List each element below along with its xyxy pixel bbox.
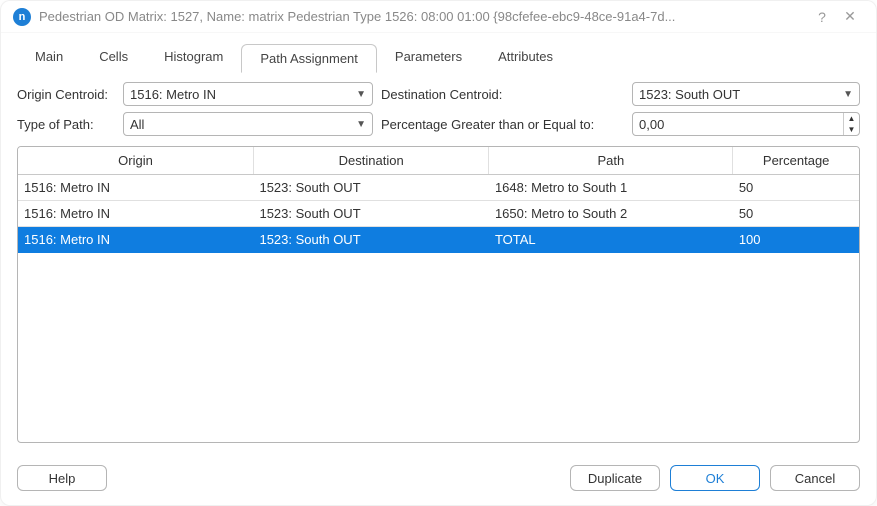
cell-path: 1648: Metro to South 1 — [489, 175, 733, 201]
cell-path: 1650: Metro to South 2 — [489, 201, 733, 227]
content-area: Main Cells Histogram Path Assignment Par… — [1, 33, 876, 455]
cell-destination: 1523: South OUT — [253, 175, 488, 201]
table-row[interactable]: 1516: Metro IN1523: South OUT1648: Metro… — [18, 175, 859, 201]
tab-main[interactable]: Main — [17, 43, 81, 72]
table-header-row: Origin Destination Path Percentage — [18, 147, 859, 175]
cell-percentage: 50 — [733, 175, 859, 201]
cell-origin: 1516: Metro IN — [18, 201, 253, 227]
percentage-threshold-label: Percentage Greater than or Equal to: — [381, 117, 594, 132]
dialog-window: n Pedestrian OD Matrix: 1527, Name: matr… — [0, 0, 877, 506]
col-header-origin[interactable]: Origin — [18, 147, 253, 175]
type-of-path-value: All — [130, 117, 144, 132]
tab-attributes[interactable]: Attributes — [480, 43, 571, 72]
tabbar: Main Cells Histogram Path Assignment Par… — [17, 43, 860, 72]
duplicate-button[interactable]: Duplicate — [570, 465, 660, 491]
cell-destination: 1523: South OUT — [253, 201, 488, 227]
tab-cells[interactable]: Cells — [81, 43, 146, 72]
col-header-destination[interactable]: Destination — [253, 147, 488, 175]
window-title: Pedestrian OD Matrix: 1527, Name: matrix… — [39, 9, 808, 24]
spinner-arrows: ▲ ▼ — [843, 113, 859, 135]
percentage-threshold-value: 0,00 — [633, 117, 843, 132]
chevron-down-icon: ▼ — [356, 119, 366, 130]
close-icon[interactable]: ✕ — [836, 8, 864, 25]
footer: Help Duplicate OK Cancel — [1, 455, 876, 505]
spinner-up-icon[interactable]: ▲ — [844, 113, 859, 124]
chevron-down-icon: ▼ — [843, 89, 853, 100]
cell-percentage: 50 — [733, 201, 859, 227]
cell-origin: 1516: Metro IN — [18, 175, 253, 201]
destination-centroid-combo[interactable]: 1523: South OUT ▼ — [632, 82, 860, 106]
table-empty-area — [18, 253, 859, 442]
tab-parameters[interactable]: Parameters — [377, 43, 480, 72]
help-icon[interactable]: ? — [808, 9, 836, 25]
origin-centroid-label: Origin Centroid: — [17, 87, 115, 102]
destination-centroid-label: Destination Centroid: — [381, 87, 502, 102]
cancel-button[interactable]: Cancel — [770, 465, 860, 491]
tab-histogram[interactable]: Histogram — [146, 43, 241, 72]
filter-panel: Origin Centroid: 1516: Metro IN ▼ Destin… — [17, 82, 860, 142]
app-icon: n — [13, 8, 31, 26]
path-assignment-table-wrap: Origin Destination Path Percentage 1516:… — [17, 146, 860, 443]
col-header-path[interactable]: Path — [489, 147, 733, 175]
type-of-path-label: Type of Path: — [17, 117, 115, 132]
help-button[interactable]: Help — [17, 465, 107, 491]
percentage-threshold-spinner[interactable]: 0,00 ▲ ▼ — [632, 112, 860, 136]
origin-centroid-value: 1516: Metro IN — [130, 87, 216, 102]
col-header-percentage[interactable]: Percentage — [733, 147, 859, 175]
cell-origin: 1516: Metro IN — [18, 227, 253, 253]
origin-centroid-combo[interactable]: 1516: Metro IN ▼ — [123, 82, 373, 106]
spinner-down-icon[interactable]: ▼ — [844, 124, 859, 135]
cell-percentage: 100 — [733, 227, 859, 253]
titlebar: n Pedestrian OD Matrix: 1527, Name: matr… — [1, 1, 876, 33]
destination-centroid-value: 1523: South OUT — [639, 87, 740, 102]
tab-path-assignment[interactable]: Path Assignment — [241, 44, 377, 73]
cell-path: TOTAL — [489, 227, 733, 253]
chevron-down-icon: ▼ — [356, 89, 366, 100]
table-row[interactable]: 1516: Metro IN1523: South OUTTOTAL100 — [18, 227, 859, 253]
cell-destination: 1523: South OUT — [253, 227, 488, 253]
path-assignment-table[interactable]: Origin Destination Path Percentage 1516:… — [18, 147, 859, 253]
type-of-path-combo[interactable]: All ▼ — [123, 112, 373, 136]
ok-button[interactable]: OK — [670, 465, 760, 491]
table-row[interactable]: 1516: Metro IN1523: South OUT1650: Metro… — [18, 201, 859, 227]
